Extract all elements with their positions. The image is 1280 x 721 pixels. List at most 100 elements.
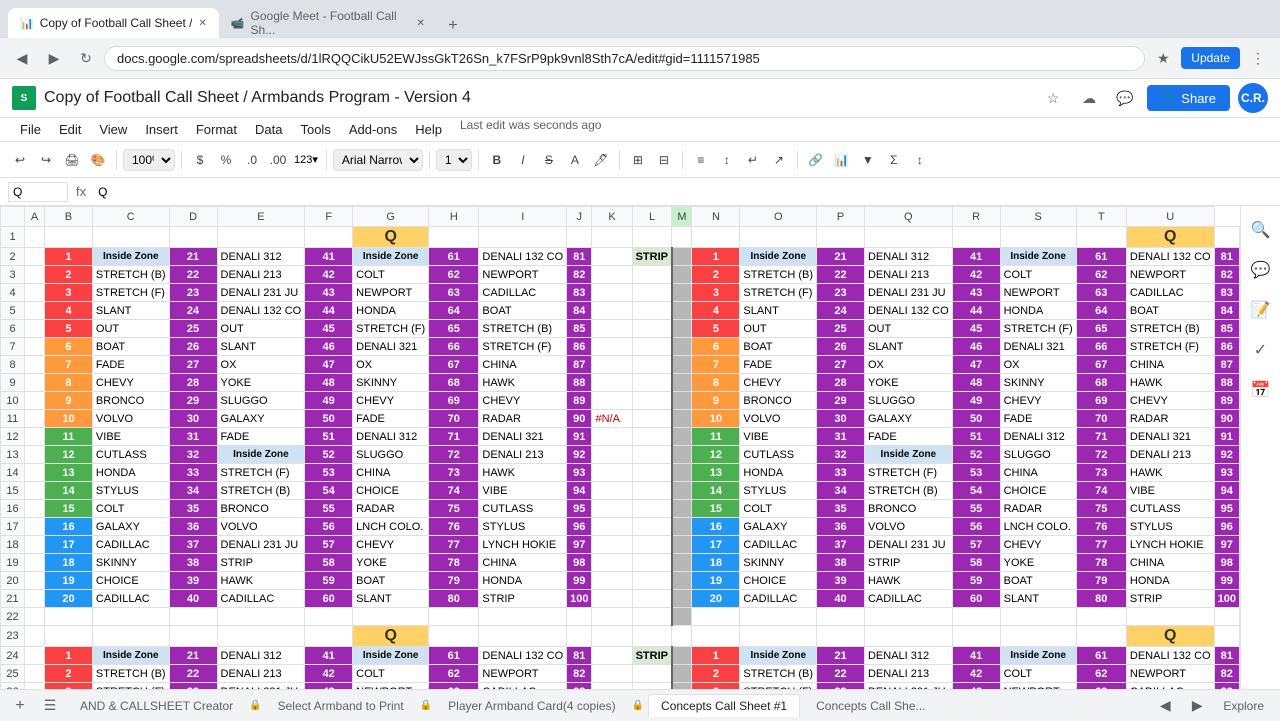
cell-r24c19[interactable]: 61 — [1076, 647, 1126, 665]
star-icon[interactable]: ☆ — [1039, 84, 1067, 112]
cell-r10c10[interactable] — [592, 392, 632, 410]
cell-r14c14[interactable]: HONDA — [740, 464, 817, 482]
cell-r17c16[interactable]: VOLVO — [864, 518, 952, 536]
cell-r24c11[interactable]: STRIP — [632, 647, 672, 665]
cell-r7c3[interactable]: 26 — [169, 338, 217, 356]
cell-r8c9[interactable]: 87 — [567, 356, 592, 374]
cell-r10c2[interactable]: BRONCO — [92, 392, 169, 410]
cell-r6c17[interactable]: 45 — [952, 320, 1000, 338]
cell-r2c16[interactable]: DENALI 312 — [864, 248, 952, 266]
cell-r6c21[interactable]: 85 — [1214, 320, 1239, 338]
cell-r4c17[interactable]: 43 — [952, 284, 1000, 302]
cell-r2c7[interactable]: 61 — [429, 248, 479, 266]
cell-r22c13[interactable] — [692, 608, 740, 626]
cell-r5c10[interactable] — [592, 302, 632, 320]
cell-r25c2[interactable]: STRETCH (B) — [92, 665, 169, 683]
cell-r16c3[interactable]: 35 — [169, 500, 217, 518]
cell-r8c11[interactable] — [632, 356, 672, 374]
cell-r4c20[interactable]: CADILLAC — [1126, 284, 1214, 302]
cell-r6c8[interactable]: STRETCH (B) — [479, 320, 567, 338]
cell-r7c1[interactable]: 6 — [45, 338, 93, 356]
cell-r17c10[interactable] — [592, 518, 632, 536]
sheet-tab-1[interactable]: AND & CALLSHEET Creator — [68, 695, 245, 717]
cell-r23c9[interactable] — [567, 626, 592, 647]
cell-r14c7[interactable]: 73 — [429, 464, 479, 482]
cell-r24c1[interactable]: 1 — [45, 647, 93, 665]
cell-r9c6[interactable]: SKINNY — [353, 374, 429, 392]
cell-r3c6[interactable]: COLT — [353, 266, 429, 284]
cell-r4c19[interactable]: 63 — [1076, 284, 1126, 302]
cell-r21c3[interactable]: 40 — [169, 590, 217, 608]
cell-r10c15[interactable]: 29 — [817, 392, 865, 410]
expand-button[interactable]: ↕ — [908, 148, 932, 172]
cell-r12c21[interactable]: 91 — [1214, 428, 1239, 446]
cell-r18c1[interactable]: 17 — [45, 536, 93, 554]
cell-r18c12[interactable] — [672, 536, 692, 554]
cell-r8c10[interactable] — [592, 356, 632, 374]
cell-r19c10[interactable] — [592, 554, 632, 572]
col-header-o[interactable]: O — [740, 207, 817, 227]
cell-r3c14[interactable]: STRETCH (B) — [740, 266, 817, 284]
cell-r14c11[interactable] — [632, 464, 672, 482]
cell-r20c4[interactable]: HAWK — [217, 572, 305, 590]
cell-r11c16[interactable]: GALAXY — [864, 410, 952, 428]
cell-r18c11[interactable] — [632, 536, 672, 554]
col-header-g[interactable]: G — [353, 207, 429, 227]
cell-r14c13[interactable]: 13 — [692, 464, 740, 482]
cell-r18c18[interactable]: CHEVY — [1000, 536, 1076, 554]
cell-r22c0[interactable] — [25, 608, 45, 626]
cell-r26c12[interactable] — [672, 683, 692, 690]
cell-r6c10[interactable] — [592, 320, 632, 338]
cell-r25c5[interactable]: 42 — [305, 665, 353, 683]
cell-r19c18[interactable]: YOKE — [1000, 554, 1076, 572]
cell-r2c3[interactable]: 21 — [169, 248, 217, 266]
cell-r16c9[interactable]: 95 — [567, 500, 592, 518]
cell-r20c7[interactable]: 79 — [429, 572, 479, 590]
cell-r26c17[interactable]: 43 — [952, 683, 1000, 690]
cell-r25c3[interactable]: 22 — [169, 665, 217, 683]
cell-r1c0[interactable] — [25, 227, 45, 248]
cell-r25c7[interactable]: 62 — [429, 665, 479, 683]
cell-r19c14[interactable]: SKINNY — [740, 554, 817, 572]
cell-r11c3[interactable]: 30 — [169, 410, 217, 428]
cell-r21c14[interactable]: CADILLAC — [740, 590, 817, 608]
cell-r3c12[interactable] — [672, 266, 692, 284]
cell-r13c19[interactable]: 72 — [1076, 446, 1126, 464]
cell-r7c7[interactable]: 66 — [429, 338, 479, 356]
cell-r19c0[interactable] — [25, 554, 45, 572]
cell-r12c8[interactable]: DENALI 321 — [479, 428, 567, 446]
cell-r16c14[interactable]: COLT — [740, 500, 817, 518]
cell-r10c19[interactable]: 69 — [1076, 392, 1126, 410]
cell-r10c6[interactable]: CHEVY — [353, 392, 429, 410]
cell-r19c3[interactable]: 38 — [169, 554, 217, 572]
menu-data[interactable]: Data — [247, 118, 290, 141]
cell-r12c13[interactable]: 11 — [692, 428, 740, 446]
cell-r5c20[interactable]: BOAT — [1126, 302, 1214, 320]
cell-r4c12[interactable] — [672, 284, 692, 302]
cell-r18c19[interactable]: 77 — [1076, 536, 1126, 554]
col-header-a[interactable]: A — [25, 207, 45, 227]
merge-button[interactable]: ⊟ — [652, 148, 676, 172]
cell-r21c17[interactable]: 60 — [952, 590, 1000, 608]
cell-r20c11[interactable] — [632, 572, 672, 590]
cell-r13c0[interactable] — [25, 446, 45, 464]
cell-r3c13[interactable]: 2 — [692, 266, 740, 284]
cell-r25c10[interactable] — [592, 665, 632, 683]
cell-r25c13[interactable]: 2 — [692, 665, 740, 683]
cell-r6c16[interactable]: OUT — [864, 320, 952, 338]
cell-r24c3[interactable]: 21 — [169, 647, 217, 665]
cell-r1c1[interactable] — [45, 227, 93, 248]
col-header-n[interactable]: N — [692, 207, 740, 227]
cell-r22c1[interactable] — [45, 608, 93, 626]
cell-r23c8[interactable] — [479, 626, 567, 647]
cell-r25c16[interactable]: DENALI 213 — [864, 665, 952, 683]
cell-r6c7[interactable]: 65 — [429, 320, 479, 338]
cell-r22c18[interactable] — [1000, 608, 1076, 626]
cell-r7c15[interactable]: 26 — [817, 338, 865, 356]
cell-r18c7[interactable]: 77 — [429, 536, 479, 554]
cell-r6c2[interactable]: OUT — [92, 320, 169, 338]
cell-r7c14[interactable]: BOAT — [740, 338, 817, 356]
cell-r4c1[interactable]: 3 — [45, 284, 93, 302]
cell-r19c2[interactable]: SKINNY — [92, 554, 169, 572]
cell-r5c3[interactable]: 24 — [169, 302, 217, 320]
